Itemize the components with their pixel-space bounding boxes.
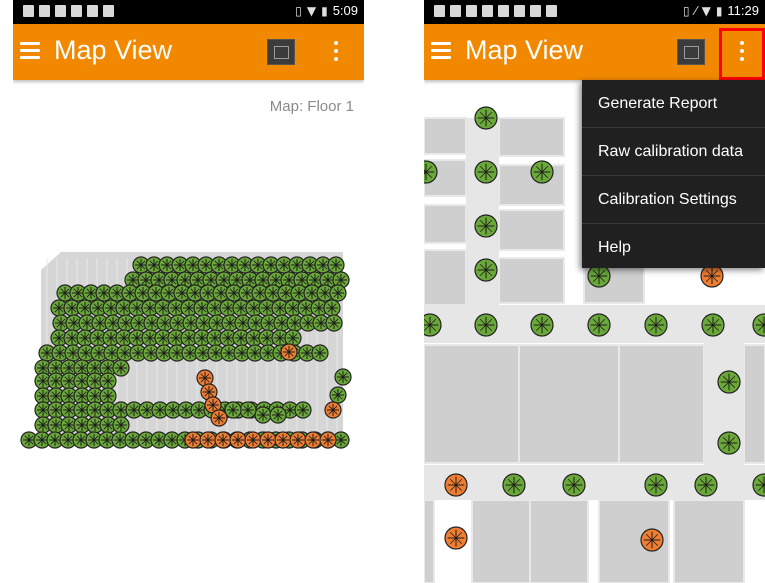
tracked-point-marker[interactable] [269, 406, 287, 424]
overflow-highlight [719, 28, 765, 80]
notification-icons [434, 5, 557, 17]
flagged-point-marker[interactable] [210, 409, 228, 427]
flagged-point-marker[interactable] [289, 431, 307, 449]
flagged-point-marker[interactable] [259, 431, 277, 449]
tracked-point-marker[interactable] [701, 313, 725, 337]
tracked-point-marker[interactable] [334, 368, 352, 386]
flagged-point-marker[interactable] [444, 526, 468, 550]
flagged-point-marker[interactable] [640, 528, 664, 552]
tracked-point-marker[interactable] [112, 416, 130, 434]
tracked-point-marker[interactable] [325, 314, 343, 332]
map-icon[interactable] [677, 39, 705, 65]
battery-icon: ▮ [715, 3, 723, 18]
tracked-point-marker[interactable] [717, 370, 741, 394]
tracked-point-marker[interactable] [694, 473, 718, 497]
flagged-point-marker[interactable] [324, 401, 342, 419]
app-title: Map View [465, 35, 584, 65]
flagged-point-marker[interactable] [319, 431, 337, 449]
flagged-point-marker[interactable] [304, 431, 322, 449]
tracked-point-marker[interactable] [329, 284, 347, 302]
tracked-point-marker[interactable] [474, 106, 498, 130]
tracked-point-marker[interactable] [644, 473, 668, 497]
floor-map[interactable] [13, 0, 364, 583]
status-bar: ▯ ⁄ ▼ ▮ 11:29 [424, 0, 765, 24]
flagged-point-marker[interactable] [444, 473, 468, 497]
menu-item-generate-report[interactable]: Generate Report [582, 80, 765, 128]
tracked-point-marker[interactable] [474, 160, 498, 184]
tracked-point-marker[interactable] [644, 313, 668, 337]
right-phone-screen: ▯ ⁄ ▼ ▮ 11:29 Map View Generate Report R… [424, 0, 765, 583]
tracked-point-marker[interactable] [717, 431, 741, 455]
flagged-point-marker[interactable] [280, 343, 298, 361]
flagged-point-marker[interactable] [229, 431, 247, 449]
tracked-point-marker[interactable] [239, 401, 257, 419]
tracked-point-marker[interactable] [530, 160, 554, 184]
tracked-point-marker[interactable] [99, 372, 117, 390]
flagged-point-marker[interactable] [214, 431, 232, 449]
no-signal-icon: ⁄ [694, 3, 697, 18]
tracked-point-marker[interactable] [329, 386, 347, 404]
tracked-point-marker[interactable] [474, 313, 498, 337]
tracked-point-marker[interactable] [224, 401, 242, 419]
vibrate-icon: ▯ [682, 3, 690, 18]
tracked-point-marker[interactable] [530, 313, 554, 337]
tracked-point-marker[interactable] [311, 344, 329, 362]
tracked-point-marker[interactable] [562, 473, 586, 497]
status-time: 11:29 [727, 3, 759, 18]
menu-item-calibration-settings[interactable]: Calibration Settings [582, 176, 765, 224]
tracked-point-marker[interactable] [323, 299, 341, 317]
tracked-point-marker[interactable] [294, 401, 312, 419]
tracked-point-marker[interactable] [327, 256, 345, 274]
status-indicators: ▯ ⁄ ▼ ▮ 11:29 [683, 3, 759, 18]
flagged-point-marker[interactable] [244, 431, 262, 449]
hamburger-icon[interactable] [431, 42, 451, 60]
tracked-point-marker[interactable] [587, 313, 611, 337]
left-phone-screen: ▯ ▼ ▮ 5:09 Map View Map: Floor 1 [13, 0, 364, 583]
tracked-point-marker[interactable] [474, 258, 498, 282]
tracked-point-marker[interactable] [424, 313, 442, 337]
flagged-point-marker[interactable] [199, 431, 217, 449]
wifi-icon: ▼ [701, 3, 711, 18]
app-bar: Map View [424, 24, 765, 80]
overflow-menu: Generate Report Raw calibration data Cal… [582, 80, 765, 268]
menu-item-raw-calibration-data[interactable]: Raw calibration data [582, 128, 765, 176]
menu-item-help[interactable]: Help [582, 224, 765, 271]
tracked-point-marker[interactable] [474, 214, 498, 238]
tracked-point-marker[interactable] [502, 473, 526, 497]
tracked-point-marker[interactable] [112, 359, 130, 377]
tracked-point-marker[interactable] [254, 406, 272, 424]
flagged-point-marker[interactable] [184, 431, 202, 449]
flagged-point-marker[interactable] [274, 431, 292, 449]
